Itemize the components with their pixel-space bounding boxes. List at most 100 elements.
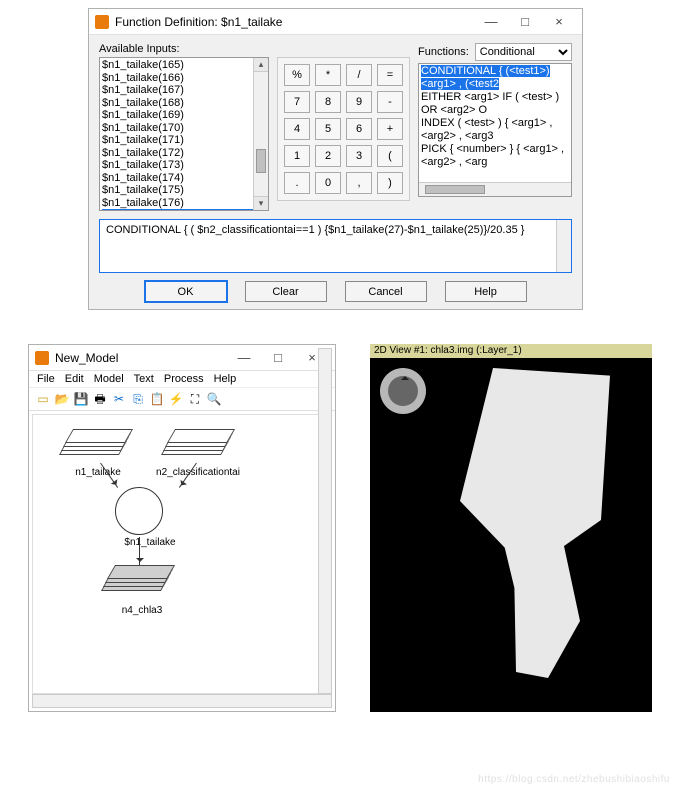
scrollbar-horizontal[interactable] [419,182,571,196]
list-item[interactable]: $n1_tailake(170) [102,122,268,135]
print-icon[interactable]: 🖶 [92,391,108,407]
menu-process[interactable]: Process [164,373,204,385]
calc-key[interactable]: % [284,64,310,86]
minimize-button[interactable]: — [227,345,261,371]
functions-dropdown[interactable]: Conditional [475,43,572,61]
calc-key[interactable]: 3 [346,145,372,167]
list-item[interactable]: $n1_tailake(169) [102,109,268,122]
function-node[interactable] [115,487,163,535]
list-item[interactable]: $n1_tailake(165) [102,59,268,72]
available-inputs-label: Available Inputs: [99,43,269,55]
function-item-selected[interactable]: CONDITIONAL { (<test1>) <arg1> , (<test2 [421,65,550,90]
menu-help[interactable]: Help [214,373,237,385]
compass-icon[interactable] [380,368,426,414]
titlebar: Function Definition: $n1_tailake — □ × [89,9,582,35]
minimize-button[interactable]: — [474,9,508,35]
cancel-button[interactable]: Cancel [345,281,427,302]
calculator-pad: %*/= 789- 456+123(.0,) [277,43,410,211]
mask-region [460,368,610,558]
list-item[interactable]: $n1_tailake(167) [102,84,268,97]
scroll-up-icon[interactable]: ▴ [254,58,268,72]
list-item[interactable]: $n1_tailake(175) [102,184,268,197]
window-title: Function Definition: $n1_tailake [115,15,474,29]
menu-model[interactable]: Model [94,373,124,385]
scrollbar-vertical[interactable] [318,348,332,694]
menu-edit[interactable]: Edit [65,373,84,385]
calc-key[interactable]: 2 [315,145,341,167]
help-button[interactable]: Help [445,281,527,302]
list-item[interactable]: $n1_tailake(176) [102,197,268,210]
node-label: n1_tailake [53,467,143,478]
list-item[interactable]: $n1_tailake(173) [102,159,268,172]
calc-key[interactable]: 7 [284,91,310,113]
titlebar: New_Model — □ × [29,345,335,371]
copy-icon[interactable]: ⎘ [130,391,146,407]
scrollbar-horizontal[interactable] [32,694,332,708]
zoom-icon[interactable]: 🔍 [206,391,222,407]
calc-key[interactable]: 0 [315,172,341,194]
raster-node-n2[interactable] [165,429,235,467]
scroll-thumb[interactable] [425,185,485,194]
clear-button[interactable]: Clear [245,281,327,302]
calc-key[interactable]: 5 [315,118,341,140]
save-icon[interactable]: 💾 [73,391,89,407]
calc-key[interactable]: , [346,172,372,194]
scrollbar-vertical[interactable]: ▴ ▾ [253,58,268,210]
list-item[interactable]: $n1_tailake(166) [102,72,268,85]
function-item[interactable]: INDEX ( <test> ) { <arg1> , <arg2> , <ar… [421,117,569,143]
image-viewer[interactable] [370,358,652,712]
list-item[interactable]: $n1_tailake(171) [102,134,268,147]
calc-key[interactable]: ) [377,172,403,194]
watermark: https://blog.csdn.net/zhebushibiaoshifu [478,774,670,785]
node-label: n4_chla3 [97,605,187,616]
new-icon[interactable]: ▭ [35,391,51,407]
cut-icon[interactable]: ✂ [111,391,127,407]
2d-view-panel: 2D View #1: chla3.img (:Layer_1) [370,344,652,712]
calc-key[interactable]: 6 [346,118,372,140]
ok-button[interactable]: OK [145,281,227,302]
zoom-fit-icon[interactable]: ⛶ [187,391,203,407]
calc-key[interactable]: + [377,118,403,140]
run-icon[interactable]: ⚡ [168,391,184,407]
calc-key[interactable]: 1 [284,145,310,167]
maximize-button[interactable]: □ [261,345,295,371]
raster-node-n1[interactable] [63,429,133,467]
view-title: 2D View #1: chla3.img (:Layer_1) [370,344,652,358]
scroll-thumb[interactable] [256,149,266,173]
menu-file[interactable]: File [37,373,55,385]
formula-text: CONDITIONAL { ( $n2_classificationtai==1… [106,224,524,236]
calc-key[interactable]: 8 [315,91,341,113]
calc-key[interactable]: - [377,91,403,113]
close-button[interactable]: × [542,9,576,35]
function-item[interactable]: PICK { <number> } { <arg1> , <arg2> , <a… [421,143,569,169]
calc-key[interactable]: . [284,172,310,194]
list-item[interactable]: $n1_tailake(174) [102,172,268,185]
paste-icon[interactable]: 📋 [149,391,165,407]
open-icon[interactable]: 📂 [54,391,70,407]
model-canvas[interactable]: n1_tailake n2_classificationtai $n1_tail… [32,414,332,694]
window-title: New_Model [55,351,227,365]
calc-key[interactable]: / [346,64,372,86]
maximize-button[interactable]: □ [508,9,542,35]
raster-node-out[interactable] [105,565,175,603]
list-item-selected[interactable]: $n2_classificationtai [102,209,268,211]
menu-text[interactable]: Text [134,373,154,385]
scrollbar-vertical[interactable] [556,220,571,272]
functions-label: Functions: [418,46,469,58]
calc-key[interactable]: * [315,64,341,86]
available-inputs-list[interactable]: $n1_tailake(165) $n1_tailake(166) $n1_ta… [99,57,269,211]
scroll-down-icon[interactable]: ▾ [254,196,268,210]
calc-key[interactable]: = [377,64,403,86]
formula-textarea[interactable]: CONDITIONAL { ( $n2_classificationtai==1… [99,219,572,273]
functions-list[interactable]: CONDITIONAL { (<test1>) <arg1> , (<test2… [418,63,572,197]
mask-region [500,528,580,678]
calc-key[interactable]: 4 [284,118,310,140]
calc-key[interactable]: 9 [346,91,372,113]
list-item[interactable]: $n1_tailake(168) [102,97,268,110]
function-item[interactable]: EITHER <arg1> IF ( <test> ) OR <arg2> O [421,91,569,117]
connector [139,537,140,565]
new-model-window: New_Model — □ × File Edit Model Text Pro… [28,344,336,712]
list-item[interactable]: $n1_tailake(172) [102,147,268,160]
function-definition-window: Function Definition: $n1_tailake — □ × A… [88,8,583,310]
calc-key[interactable]: ( [377,145,403,167]
